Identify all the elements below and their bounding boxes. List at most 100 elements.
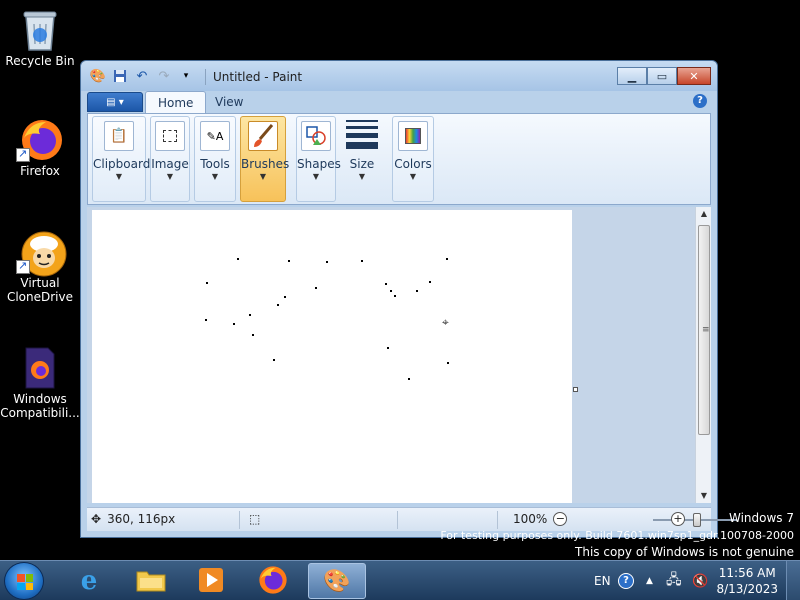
start-button[interactable] [4, 562, 44, 600]
drawing-canvas[interactable]: ⌖ [92, 210, 572, 503]
desktop-icon-virtual-clonedrive[interactable]: Virtual CloneDrive [0, 230, 80, 304]
show-desktop-button[interactable] [786, 561, 800, 600]
taskbar-media-player[interactable] [184, 563, 238, 599]
watermark-os: Windows 7 [728, 511, 794, 525]
shapes-icon [301, 121, 331, 151]
tab-view[interactable]: View [203, 91, 255, 113]
language-indicator[interactable]: EN [594, 561, 611, 600]
paint-menu-button[interactable]: ▤ ▾ [87, 92, 143, 112]
customize-qat-icon[interactable]: ▾ [177, 67, 195, 85]
windows-logo-icon [17, 574, 33, 590]
tools-icon: ✎A [200, 121, 230, 151]
minimize-icon: ▁ [627, 69, 637, 83]
save-icon[interactable] [111, 67, 129, 85]
desktop-icon-label: Windows Compatibili... [0, 392, 80, 420]
quick-access-toolbar: 🎨 ↶ ↷ ▾ [89, 67, 195, 85]
status-separator [397, 511, 398, 529]
taskbar-explorer[interactable] [124, 563, 178, 599]
canvas-dot [233, 323, 235, 325]
title-bar[interactable]: 🎨 ↶ ↷ ▾ Untitled - Paint ▁ ▭ ✕ [81, 61, 717, 91]
clipboard-label: Clipboard [93, 157, 151, 171]
desktop-icon-label: Virtual CloneDrive [6, 276, 74, 304]
language-text: EN [594, 574, 611, 588]
shapes-group[interactable]: Shapes ▼ [296, 116, 341, 202]
zoom-level-text: 100% [513, 512, 548, 526]
status-separator [497, 511, 498, 529]
zoom-in-button[interactable]: + [671, 512, 685, 526]
tray-help[interactable]: ? [618, 561, 634, 600]
canvas-dot [205, 319, 207, 321]
desktop-icon-firefox[interactable]: Firefox [0, 118, 80, 178]
canvas-dot [447, 362, 449, 364]
close-button[interactable]: ✕ [677, 67, 711, 85]
window-title: Untitled - Paint [213, 70, 303, 84]
cursor-position: ✥ 360, 116px [91, 512, 175, 526]
brushes-group[interactable]: Brushes ▼ [240, 116, 289, 202]
canvas-dot [394, 295, 396, 297]
taskbar-firefox[interactable] [246, 563, 300, 599]
size-icon [346, 120, 378, 149]
canvas-dot [446, 258, 448, 260]
grip-icon: ≡ [702, 325, 710, 335]
canvas-resize-handle[interactable] [573, 387, 578, 392]
chevron-down-icon: ▼ [166, 172, 174, 181]
chevron-up-icon: ▲ [646, 576, 653, 586]
taskbar: e 🎨 EN ? ▲ 🖧 🔇 11:56 AM 8/13/2023 [0, 560, 800, 600]
canvas-dot [408, 378, 410, 380]
zoom-out-button[interactable]: − [553, 512, 568, 526]
clipboard-group[interactable]: 📋 Clipboard ▼ [92, 116, 151, 202]
paint-palette-icon: 🎨 [323, 568, 351, 594]
scroll-up-icon[interactable]: ▲ [696, 207, 712, 221]
watermark-genuine: This copy of Windows is not genuine [575, 545, 794, 559]
canvas-dot [315, 287, 317, 289]
desktop-icon-recycle-bin[interactable]: Recycle Bin [0, 8, 80, 68]
size-group[interactable]: Size ▼ [340, 116, 384, 202]
scroll-down-icon[interactable]: ▼ [696, 489, 712, 503]
desktop-icon-windows-compatibility[interactable]: Windows Compatibili... [0, 346, 80, 420]
chevron-down-icon: ▼ [312, 172, 320, 181]
clipboard-icon: 📋 [104, 121, 134, 151]
colors-group[interactable]: Colors ▼ [392, 116, 434, 202]
image-label: Image [151, 157, 189, 171]
size-label: Size [349, 157, 375, 171]
show-hidden-icons-button[interactable]: ▲ [646, 561, 653, 600]
clock[interactable]: 11:56 AM 8/13/2023 [716, 565, 778, 597]
help-icon[interactable]: ? [693, 94, 707, 108]
selection-size: ⬚ [249, 512, 260, 526]
taskbar-paint[interactable]: 🎨 [308, 563, 366, 599]
window-controls: ▁ ▭ ✕ [617, 67, 711, 85]
zoom-slider-thumb[interactable] [693, 513, 701, 527]
tools-group[interactable]: ✎A Tools ▼ [194, 116, 236, 202]
taskbar-internet-explorer[interactable]: e [62, 563, 116, 599]
select-icon [155, 121, 185, 151]
clonedrive-sheep-icon [16, 230, 67, 277]
media-player-icon [197, 566, 225, 597]
clock-date: 8/13/2023 [716, 582, 778, 596]
shapes-label: Shapes [297, 157, 341, 171]
maximize-icon: ▭ [656, 69, 668, 83]
brush-icon [248, 121, 278, 151]
crosshair-cursor-icon: ⌖ [442, 315, 449, 329]
volume-tray-icon[interactable]: 🔇 [692, 561, 708, 600]
colors-label: Colors [394, 157, 432, 171]
chevron-down-icon: ▼ [259, 172, 267, 181]
compatibility-document-icon [20, 346, 60, 389]
shortcut-arrow-icon [16, 259, 30, 274]
scroll-thumb[interactable]: ≡ [698, 225, 710, 435]
paint-window: 🎨 ↶ ↷ ▾ Untitled - Paint ▁ ▭ ✕ ▤ ▾ Home … [80, 60, 737, 538]
canvas-dot [387, 347, 389, 349]
canvas-dot [326, 261, 328, 263]
vertical-scrollbar[interactable]: ▲ ≡ ▼ [695, 207, 711, 503]
tab-home[interactable]: Home [145, 91, 207, 113]
minimize-button[interactable]: ▁ [617, 67, 647, 85]
redo-icon[interactable]: ↷ [155, 67, 173, 85]
zoom-in: + [671, 512, 685, 526]
folder-icon [136, 568, 166, 595]
undo-icon[interactable]: ↶ [133, 67, 151, 85]
network-tray-icon[interactable]: 🖧 [666, 561, 682, 600]
image-group[interactable]: Image ▼ [150, 116, 190, 202]
recycle-bin-icon [20, 8, 60, 51]
desktop-icon-label: Firefox [20, 164, 60, 178]
paint-app-icon[interactable]: 🎨 [89, 67, 107, 85]
maximize-button[interactable]: ▭ [647, 67, 677, 85]
